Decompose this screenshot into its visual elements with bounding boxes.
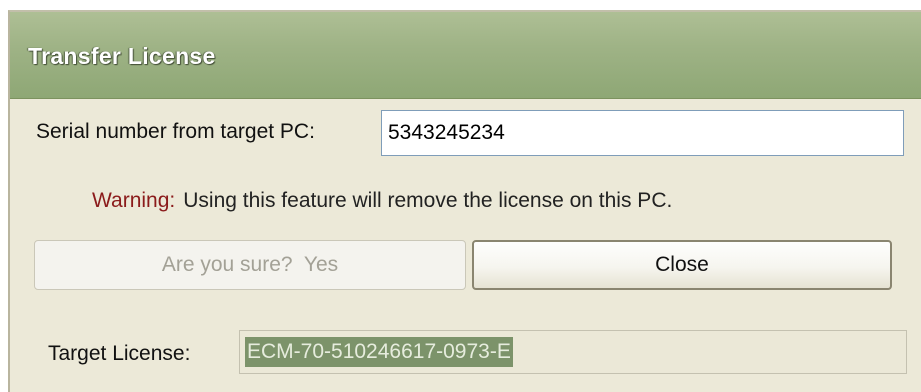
transfer-license-dialog: Transfer License Serial number from targ… (8, 10, 921, 392)
close-button[interactable]: Close (472, 240, 892, 290)
dialog-title: Transfer License (28, 43, 216, 69)
warning-message: Warning: Using this feature will remove t… (92, 189, 672, 213)
confirm-transfer-button[interactable]: Are you sure? Yes (34, 240, 466, 290)
confirm-transfer-button-label: Are you sure? Yes (161, 253, 339, 276)
target-license-label: Target License: (48, 342, 191, 365)
screen-background: Transfer License Serial number from targ… (0, 0, 921, 392)
dialog-titlebar[interactable]: Transfer License (10, 12, 921, 99)
dialog-body: Serial number from target PC: Warning: Us… (10, 99, 921, 392)
target-license-value[interactable]: ECM-70-510246617-0973-E (245, 337, 513, 367)
serial-number-label: Serial number from target PC: (36, 120, 315, 143)
warning-label: Warning: (92, 189, 176, 212)
warning-text: Using this feature will remove the licen… (183, 189, 673, 212)
target-license-field[interactable]: ECM-70-510246617-0973-E (239, 330, 907, 374)
serial-number-input[interactable] (381, 110, 904, 156)
close-button-label: Close (655, 253, 709, 276)
